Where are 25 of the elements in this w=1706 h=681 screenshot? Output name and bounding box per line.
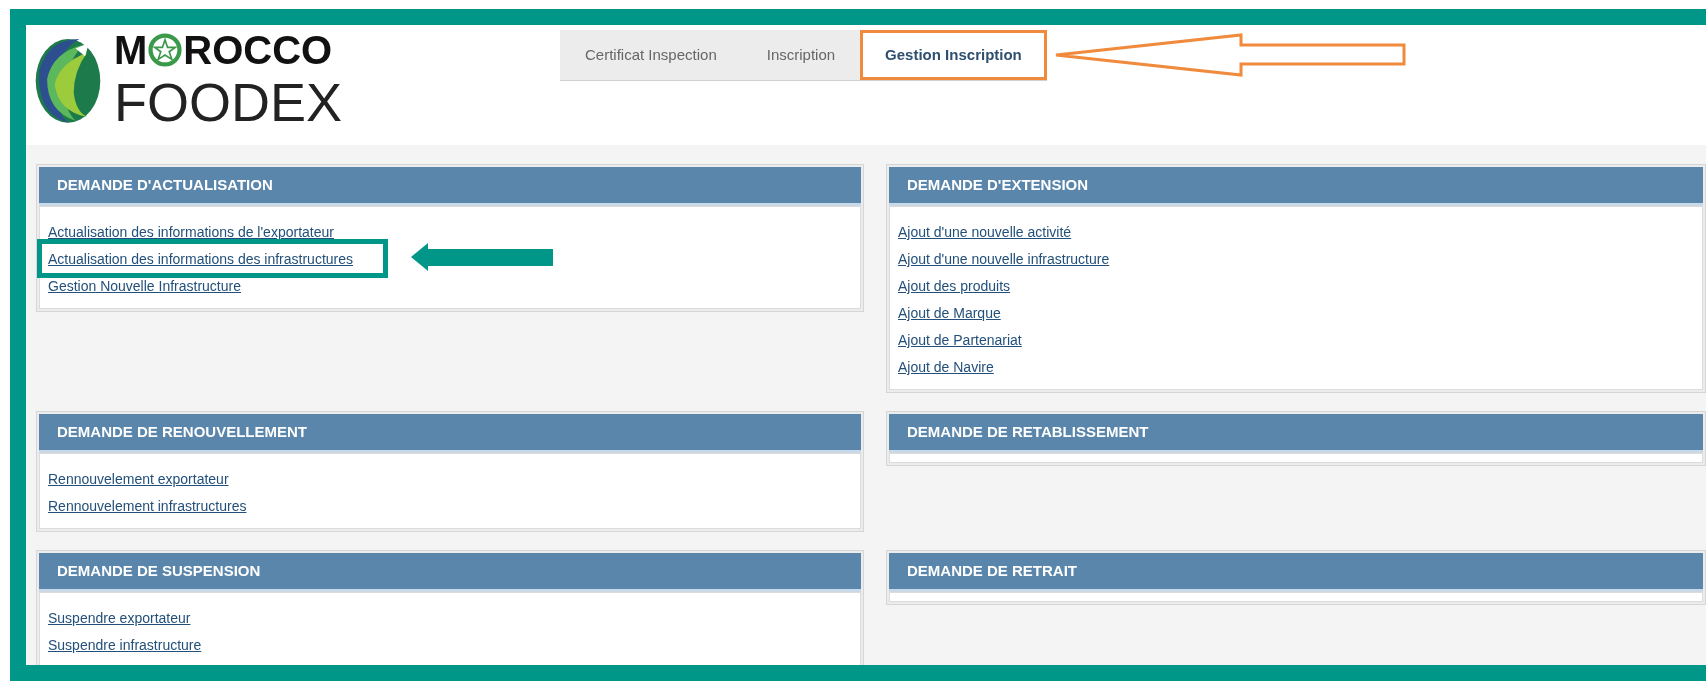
link[interactable]: Ajout des produits <box>898 278 1011 294</box>
link[interactable]: Ajout de Navire <box>898 359 994 375</box>
link[interactable]: Rennouvelement infrastructures <box>48 498 247 514</box>
panel-header: DEMANDE D'ACTUALISATION <box>39 167 861 206</box>
brand-name: ROCCO <box>183 27 333 73</box>
link[interactable]: Ajout d'une nouvelle activité <box>898 224 1072 240</box>
link[interactable]: Suspendre infrastructure <box>48 637 202 653</box>
arrow-icon <box>411 241 554 273</box>
link[interactable]: Actualisation des informations de l'exportateur <box>48 224 334 240</box>
brand-subtitle: FOODEX <box>114 73 343 131</box>
panel-header: DEMANDE DE RETABLISSEMENT <box>889 414 1703 453</box>
link[interactable]: Actualisation des informations des infrastructures <box>48 251 354 267</box>
panel-header: DEMANDE D'EXTENSION <box>889 167 1703 206</box>
link[interactable]: Ajout de Partenariat <box>898 332 1022 348</box>
panel-header: DEMANDE DE RENOUVELLEMENT <box>39 414 861 453</box>
link[interactable]: Rennouvelement exportateur <box>48 471 229 487</box>
link[interactable]: Ajout de Marque <box>898 305 1001 321</box>
brand-name: M <box>114 27 148 73</box>
link[interactable]: Gestion Nouvelle Infrastructure <box>48 278 241 294</box>
panel-header: DEMANDE DE RETRAIT <box>889 553 1703 592</box>
link[interactable]: Suspendre exportateur <box>48 610 191 626</box>
tab[interactable]: Gestion Inscription <box>860 30 1047 80</box>
link[interactable]: Ajout d'une nouvelle infrastructure <box>898 251 1110 267</box>
panel-header: DEMANDE DE SUSPENSION <box>39 553 861 592</box>
star-emblem-icon <box>148 33 183 67</box>
